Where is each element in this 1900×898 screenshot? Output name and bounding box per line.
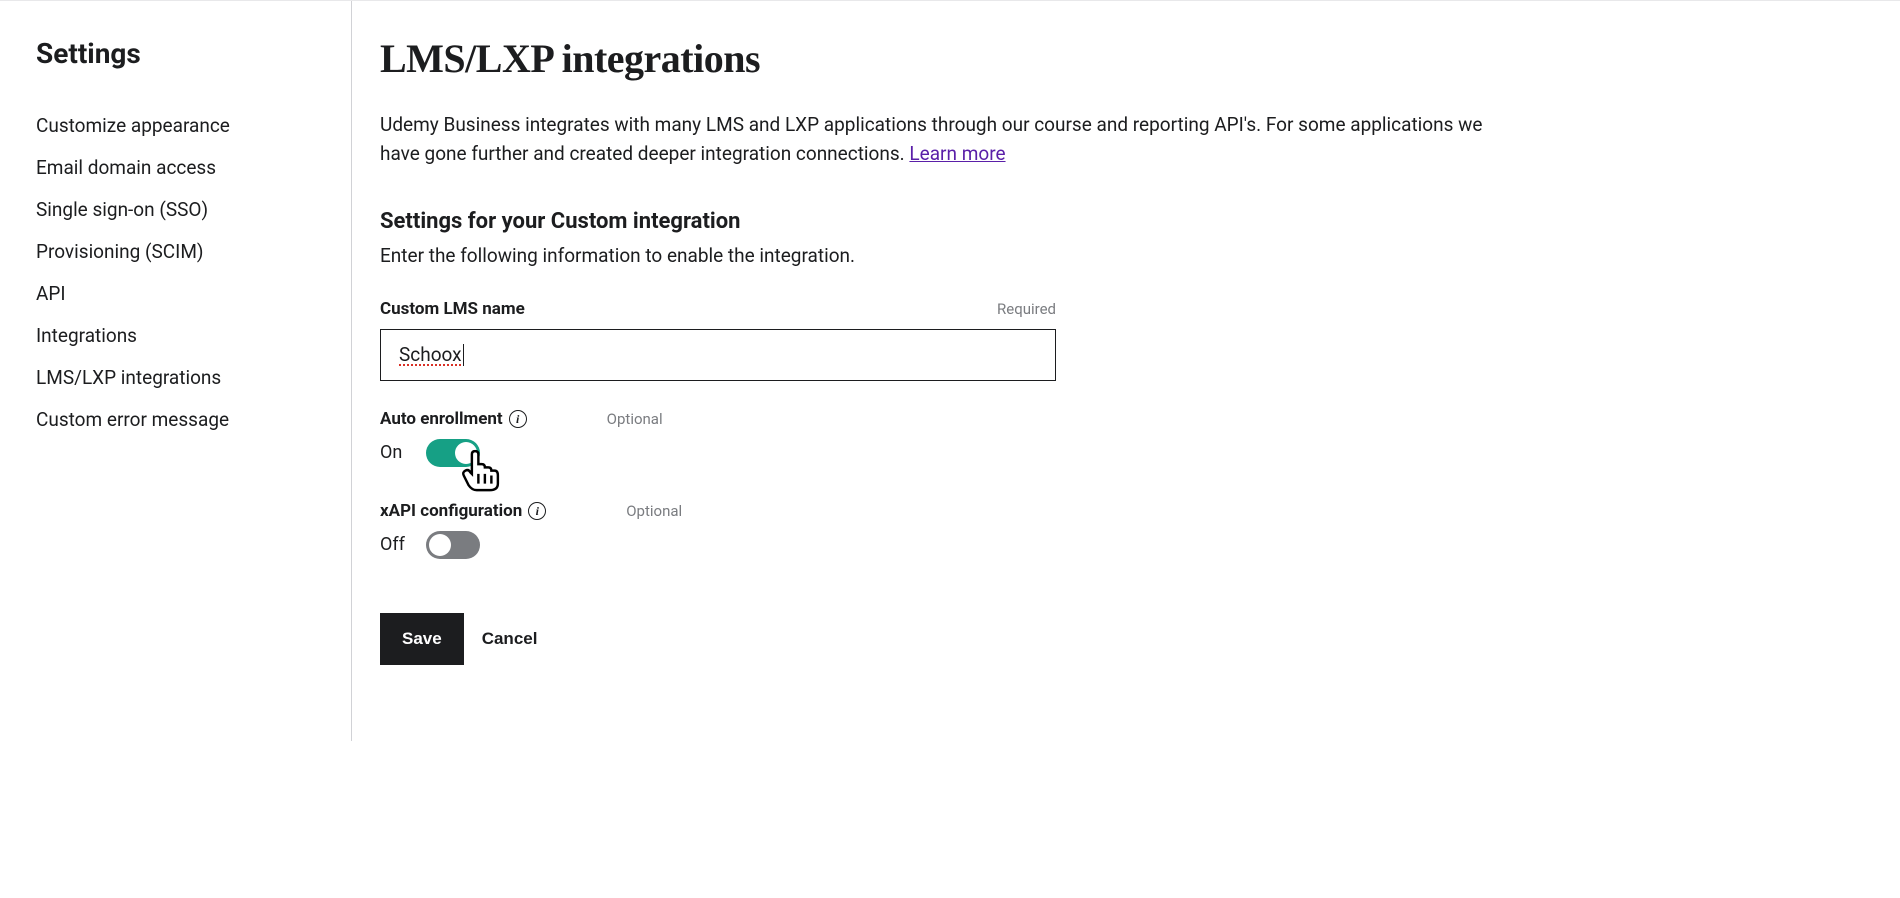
info-icon[interactable]: i [509,410,527,428]
sidebar-item-lms-lxp-integrations[interactable]: LMS/LXP integrations [36,366,315,389]
sidebar-item-email-domain-access[interactable]: Email domain access [36,156,315,179]
xapi-label-row: xAPI configuration i Optional [380,501,1524,521]
intro-paragraph: Udemy Business integrates with many LMS … [380,110,1524,169]
auto-enroll-toggle-row: On [380,439,1524,467]
subsection-title: Settings for your Custom integration [380,209,1524,234]
lms-name-label: Custom LMS name [380,299,525,319]
xapi-toggle[interactable] [426,531,480,559]
toggle-knob [455,442,477,464]
sidebar-item-custom-error-message[interactable]: Custom error message [36,408,315,431]
page-title: LMS/LXP integrations [380,35,1524,82]
learn-more-link[interactable]: Learn more [909,142,1005,165]
toggle-knob [429,534,451,556]
sidebar-title: Settings [36,37,315,70]
auto-enroll-toggle[interactable] [426,439,480,467]
sidebar-item-api[interactable]: API [36,282,315,305]
auto-enroll-label: Auto enrollment i [380,409,527,429]
save-button[interactable]: Save [380,613,464,665]
auto-enroll-state: On [380,442,410,463]
sidebar-item-integrations[interactable]: Integrations [36,324,315,347]
form-buttons: Save Cancel [380,613,1524,665]
xapi-toggle-row: Off [380,531,1524,559]
info-icon[interactable]: i [528,502,546,520]
xapi-optional: Optional [626,502,682,520]
main-content: LMS/LXP integrations Udemy Business inte… [352,1,1552,741]
subsection-desc: Enter the following information to enabl… [380,244,1524,267]
settings-sidebar: Settings Customize appearance Email doma… [0,1,352,741]
lms-name-label-row: Custom LMS name Required [380,299,1056,319]
xapi-label: xAPI configuration i [380,501,546,521]
lms-name-required: Required [997,300,1056,318]
sidebar-item-provisioning-scim[interactable]: Provisioning (SCIM) [36,240,315,263]
xapi-state: Off [380,534,410,555]
cancel-button[interactable]: Cancel [482,629,538,649]
text-caret [463,344,464,366]
auto-enroll-label-row: Auto enrollment i Optional [380,409,1524,429]
sidebar-nav: Customize appearance Email domain access… [36,114,315,431]
sidebar-item-customize-appearance[interactable]: Customize appearance [36,114,315,137]
lms-name-value: Schoox [399,343,462,366]
lms-name-input[interactable]: Schoox [380,329,1056,381]
auto-enroll-optional: Optional [607,410,663,428]
sidebar-item-single-sign-on[interactable]: Single sign-on (SSO) [36,198,315,221]
